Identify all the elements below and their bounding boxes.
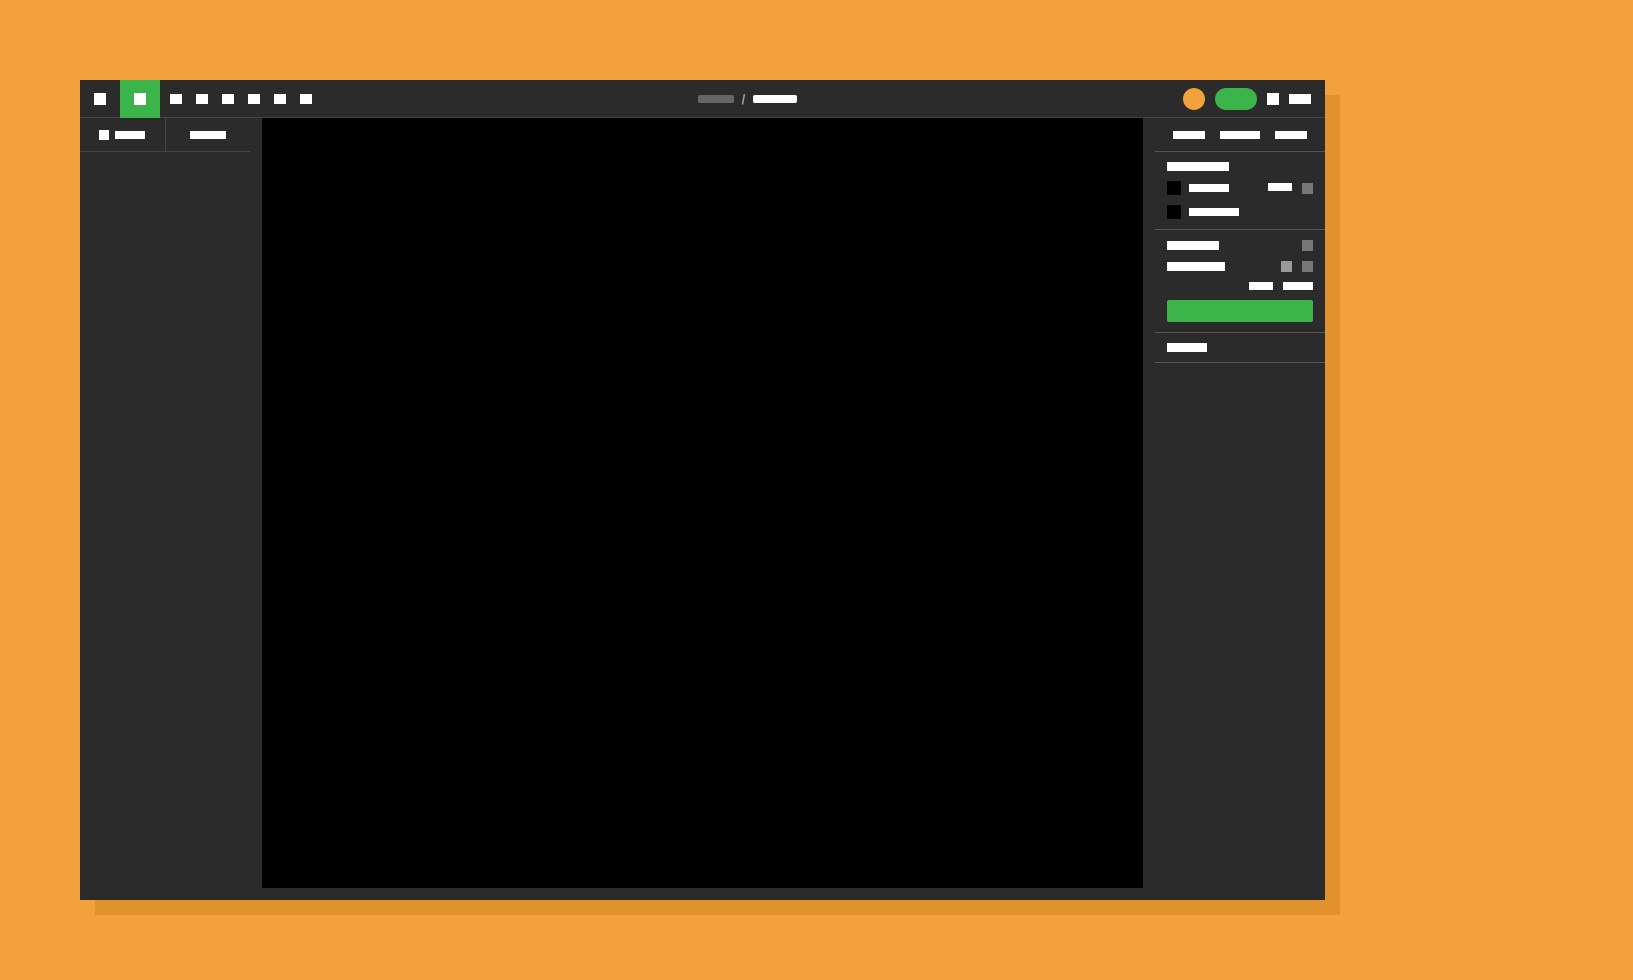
tab-layers[interactable] xyxy=(80,118,166,151)
export-scale-dropdown[interactable] xyxy=(1281,261,1292,272)
move-tool-button[interactable] xyxy=(120,80,160,118)
user-avatar[interactable] xyxy=(1183,88,1205,110)
main-menu-button[interactable] xyxy=(80,80,120,118)
right-panel-tabs xyxy=(1155,118,1325,152)
breadcrumb-page[interactable] xyxy=(753,95,797,103)
tab-design[interactable] xyxy=(1173,131,1205,139)
section-comments xyxy=(1155,333,1325,363)
export-preset[interactable] xyxy=(1167,262,1225,271)
text-tool-button[interactable] xyxy=(248,94,260,104)
tab-assets-label xyxy=(190,131,226,139)
hand-tool-button[interactable] xyxy=(274,94,286,104)
section-export xyxy=(1155,230,1325,333)
topbar: / xyxy=(80,80,1325,118)
present-icon[interactable] xyxy=(1267,93,1279,105)
left-panel xyxy=(80,118,250,900)
background-row2 xyxy=(1189,208,1239,216)
menu-icon xyxy=(94,93,106,105)
right-panel xyxy=(1155,118,1325,900)
background-title xyxy=(1167,162,1229,171)
background-color-value[interactable] xyxy=(1189,184,1229,192)
background-opacity[interactable] xyxy=(1268,183,1292,191)
export-title xyxy=(1167,241,1219,250)
cursor-icon xyxy=(134,93,146,105)
section-background xyxy=(1155,152,1325,230)
breadcrumb-separator: / xyxy=(742,91,746,107)
frame-tool-button[interactable] xyxy=(170,94,182,104)
export-button[interactable] xyxy=(1167,300,1313,322)
pen-tool-button[interactable] xyxy=(222,94,234,104)
shape-tool-button[interactable] xyxy=(196,94,208,104)
canvas-area xyxy=(250,118,1155,900)
tool-buttons xyxy=(170,94,312,104)
comment-tool-button[interactable] xyxy=(300,94,312,104)
breadcrumb-project[interactable] xyxy=(698,95,734,103)
layers-icon xyxy=(99,130,109,140)
left-panel-tabs xyxy=(80,118,250,152)
app-window: / xyxy=(80,80,1325,900)
share-button[interactable] xyxy=(1215,88,1257,110)
export-format-dropdown[interactable] xyxy=(1302,261,1313,272)
export-add-icon[interactable] xyxy=(1302,240,1313,251)
tab-assets[interactable] xyxy=(166,118,251,151)
export-suffix[interactable] xyxy=(1249,282,1273,290)
breadcrumb[interactable]: / xyxy=(312,91,1183,107)
tab-layers-label xyxy=(115,131,145,139)
comments-title xyxy=(1167,343,1207,352)
tab-prototype[interactable] xyxy=(1220,131,1260,139)
app-body xyxy=(80,118,1325,900)
topbar-left xyxy=(80,80,312,118)
background-remove-icon[interactable] xyxy=(1167,205,1181,219)
tab-inspect[interactable] xyxy=(1275,131,1307,139)
topbar-right xyxy=(1183,88,1325,110)
background-color-swatch[interactable] xyxy=(1167,181,1181,195)
background-visibility-toggle[interactable] xyxy=(1302,183,1313,194)
zoom-control[interactable] xyxy=(1289,94,1311,104)
export-format-value[interactable] xyxy=(1283,282,1313,290)
canvas[interactable] xyxy=(262,118,1143,888)
